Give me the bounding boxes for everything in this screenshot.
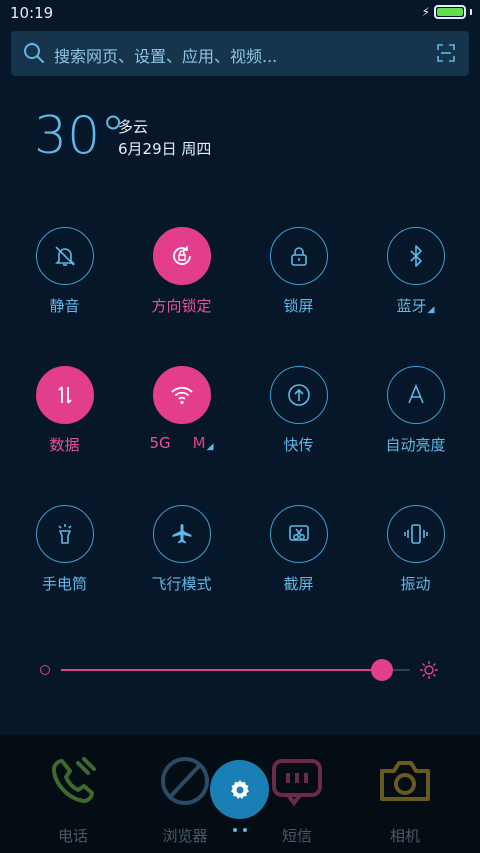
toggle-rotation-lock[interactable]: 方向锁定 <box>123 227 240 316</box>
menu-corner-icon: ◢ <box>206 442 214 452</box>
toggle-label: 蓝牙◢ <box>357 295 474 316</box>
toggle-label: 快传 <box>283 436 314 454</box>
scan-icon[interactable] <box>437 44 455 62</box>
toggle-circle[interactable] <box>269 366 328 424</box>
message-icon <box>272 759 322 807</box>
toggle-bluetooth[interactable]: 蓝牙◢ <box>357 227 474 316</box>
toggle-wifi[interactable]: 5G M◢ <box>123 366 240 452</box>
weather-widget[interactable]: 30° 多云 6月29日 周四 <box>34 106 211 166</box>
toggle-circle[interactable] <box>386 227 445 285</box>
toggle-circle[interactable] <box>152 366 211 424</box>
page-dot <box>243 828 247 832</box>
toggle-circle[interactable] <box>35 227 94 285</box>
bell-off-icon <box>54 246 75 266</box>
brightness-track[interactable] <box>61 659 410 681</box>
page-indicator <box>233 828 247 832</box>
search-bar[interactable]: 搜索网页、设置、应用、视频... <box>11 31 469 76</box>
dock-app-camera[interactable]: 相机 <box>365 755 445 846</box>
toggle-mobile-data[interactable]: 数据 <box>6 366 123 455</box>
dock-label: 电话 <box>57 827 88 845</box>
browser-icon <box>161 757 209 805</box>
toggle-label-text: 5G <box>149 434 171 452</box>
toggle-screenshot[interactable]: 截屏 <box>240 505 357 594</box>
toggle-label: 5G M◢ <box>123 434 240 452</box>
toggle-lock-screen[interactable]: 锁屏 <box>240 227 357 316</box>
upload-icon <box>287 384 310 406</box>
gear-icon <box>230 779 249 799</box>
vibrate-icon <box>403 524 428 544</box>
status-indicators: ⚡ <box>422 5 472 19</box>
brightness-fill <box>61 669 383 671</box>
rotation-lock-icon <box>172 246 191 265</box>
brightness-high-icon <box>420 661 438 679</box>
toggle-mute[interactable]: 静音 <box>6 227 123 316</box>
toggle-label: 数据 <box>49 436 80 454</box>
toggle-auto-brightness[interactable]: 自动亮度 <box>357 366 474 455</box>
toggle-flashlight[interactable]: 手电筒 <box>6 505 123 594</box>
camera-icon <box>380 761 430 801</box>
toggle-label: 静音 <box>49 297 80 315</box>
status-bar: 10:19 ⚡ <box>0 0 480 28</box>
battery-level <box>437 8 463 16</box>
dock-app-phone[interactable]: 电话 <box>33 755 113 846</box>
brightness-low-icon <box>40 665 50 675</box>
toggle-circle[interactable] <box>386 505 445 563</box>
charging-icon: ⚡ <box>421 5 430 19</box>
battery-icon <box>434 5 466 19</box>
toggle-circle[interactable] <box>35 366 94 424</box>
toggle-label-suffix: M <box>192 434 206 452</box>
toggle-circle[interactable] <box>269 227 328 285</box>
toggle-label: 截屏 <box>283 575 314 593</box>
weather-date: 6月29日 周四 <box>118 140 212 158</box>
toggle-label-text: 蓝牙 <box>396 297 427 315</box>
scissors-icon <box>288 525 309 541</box>
toggle-label: 振动 <box>400 575 431 593</box>
search-input[interactable]: 搜索网页、设置、应用、视频... <box>54 43 277 67</box>
toggle-label: 手电筒 <box>41 575 87 593</box>
toggle-vibrate[interactable]: 振动 <box>357 505 474 594</box>
dock-label: 相机 <box>389 827 420 845</box>
dock-label: 浏览器 <box>162 827 208 845</box>
toggle-airplane-mode[interactable]: 飞行模式 <box>123 505 240 594</box>
toggle-circle[interactable] <box>386 366 445 424</box>
search-icon <box>24 43 44 63</box>
bluetooth-icon <box>409 245 422 267</box>
temperature: 30° <box>34 106 127 166</box>
toggle-label: 方向锁定 <box>151 297 212 315</box>
dock-app-messages[interactable]: 短信 <box>257 755 337 846</box>
toggle-circle[interactable] <box>152 505 211 563</box>
wifi-icon <box>170 386 193 405</box>
weather-condition: 多云 <box>118 118 149 136</box>
toggle-label: 自动亮度 <box>385 436 446 454</box>
dock-label: 短信 <box>281 827 312 845</box>
toggle-quick-transfer[interactable]: 快传 <box>240 366 357 455</box>
toggle-circle[interactable] <box>35 505 94 563</box>
page-dot <box>233 828 237 832</box>
toggle-circle[interactable] <box>152 227 211 285</box>
menu-corner-icon: ◢ <box>427 305 435 315</box>
brightness-slider[interactable] <box>40 655 440 685</box>
toggle-circle[interactable] <box>269 505 328 563</box>
settings-button[interactable] <box>210 760 269 819</box>
toggle-label: 锁屏 <box>283 297 314 315</box>
data-arrows-icon <box>57 386 72 404</box>
status-time: 10:19 <box>10 4 54 22</box>
letter-a-icon <box>407 383 424 404</box>
flashlight-icon <box>57 524 72 544</box>
toggle-label: 飞行模式 <box>151 575 212 593</box>
airplane-icon <box>172 524 191 544</box>
brightness-thumb[interactable] <box>371 659 394 681</box>
battery-tip <box>470 9 472 15</box>
phone-icon <box>52 757 96 803</box>
lock-icon <box>290 247 307 266</box>
